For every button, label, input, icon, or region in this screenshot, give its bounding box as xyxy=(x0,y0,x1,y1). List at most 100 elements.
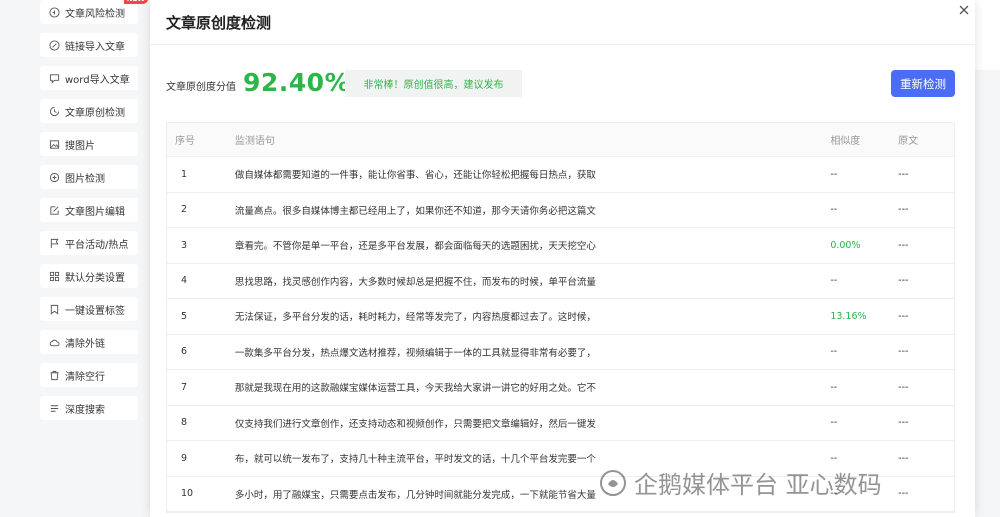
row-similarity: -- xyxy=(830,346,838,358)
score-label: 文章原创度分值 xyxy=(166,82,236,93)
sidebar-item-label: 文章图片编辑 xyxy=(65,206,125,218)
row-similarity: -- xyxy=(830,204,838,216)
row-sentence: 布，就可以统一发布了，支持几十种主流平台，平时发文的话，十几个平台发完要一个 xyxy=(234,454,596,466)
table-row: 2 流量高点。很多自媒体博主都已经用上了，如果你还不知道，那今天请你务必把这篇文 -… xyxy=(167,193,954,228)
row-source[interactable]: --- xyxy=(898,453,954,464)
sidebar-item-label: 图片检测 xyxy=(65,173,105,185)
link-icon xyxy=(48,39,60,51)
close-icon[interactable] xyxy=(958,1,970,15)
row-source[interactable]: --- xyxy=(898,417,954,428)
table-header: 序号 监测语句 相似度 原文 xyxy=(167,123,954,157)
row-sentence: 那就是我现在用的这款融媒宝媒体运营工具，今天我给大家讲一讲它的好用之处。它不 xyxy=(234,383,596,395)
bookmark-icon xyxy=(48,303,60,315)
list-icon xyxy=(48,402,60,414)
new-badge: NEW xyxy=(123,0,148,4)
table-row: 1 做自媒体都需要知道的一件事，能让你省事、省心，还能让你轻松把握每日热点，获取 -… xyxy=(167,157,954,193)
sidebar-item-label: 搜图片 xyxy=(65,140,95,152)
row-number: 8 xyxy=(181,417,188,429)
sidebar-item[interactable]: 清除空行 xyxy=(40,363,138,387)
sidebar-item-label: 深度搜索 xyxy=(65,404,105,416)
shield-check-icon xyxy=(48,6,60,18)
edit-icon xyxy=(48,204,60,216)
sidebar-item[interactable]: 文章原创检测 xyxy=(40,99,138,123)
sidebar-item[interactable]: 清除外链 xyxy=(40,330,138,354)
sidebar-item[interactable]: 搜图片 xyxy=(40,132,138,156)
row-number: 7 xyxy=(181,381,188,393)
row-source[interactable]: --- xyxy=(898,346,954,357)
row-sentence: 一款集多平台分发，热点爆文选材推荐，视频编辑于一体的工具就显得非常有必要了， xyxy=(234,347,596,359)
sidebar-item[interactable]: 文章风险检测 NEW xyxy=(40,0,148,24)
header-source: 原文 xyxy=(898,136,919,147)
table-row: 3 章看完。不管你是单一平台，还是多平台发展，都会面临每天的选题困扰，天天挖空心 0… xyxy=(167,228,954,264)
score-message: 非常棒！原创值很高，建议发布 xyxy=(345,70,522,97)
row-number: 5 xyxy=(181,310,188,322)
table-row: 5 无法保证，多平台分发的话，耗时耗力，经常等发完了，内容热度都过去了。这时候， 1… xyxy=(167,299,954,335)
sidebar-item[interactable]: word导入文章 xyxy=(40,66,138,90)
sidebar-item[interactable]: 默认分类设置 xyxy=(40,264,138,288)
row-sentence: 流量高点。很多自媒体博主都已经用上了，如果你还不知道，那今天请你务必把这篇文 xyxy=(234,205,596,217)
row-source[interactable]: --- xyxy=(898,240,954,251)
sidebar-item[interactable]: 图片检测 xyxy=(40,165,138,189)
sidebar-item[interactable]: 链接导入文章 xyxy=(40,33,138,57)
row-number: 3 xyxy=(181,239,188,251)
row-similarity: -- xyxy=(830,488,838,500)
table-row: 10 多小时，用了融媒宝，只需要点击发布，几分钟时间就能分发完成，一下就能节省大量… xyxy=(167,477,954,512)
row-source[interactable]: --- xyxy=(898,488,954,499)
row-sentence: 无法保证，多平台分发的话，耗时耗力，经常等发完了，内容热度都过去了。这时候， xyxy=(234,312,596,324)
row-source[interactable]: --- xyxy=(898,311,954,322)
cloud-icon xyxy=(48,336,60,348)
row-similarity: -- xyxy=(830,275,838,287)
table-row: 4 思找思路，找灵感创作内容，大多数时候却总是把握不住，而发布的时候，单平台流量 -… xyxy=(167,264,954,299)
grid-icon xyxy=(48,270,60,282)
row-number: 4 xyxy=(181,275,188,287)
image-icon xyxy=(48,138,60,150)
row-source[interactable]: --- xyxy=(898,382,954,393)
row-number: 6 xyxy=(181,346,188,358)
row-similarity: 0.00% xyxy=(830,239,861,251)
table-row: 9 布，就可以统一发布了，支持几十种主流平台，平时发文的话，十几个平台发完要一个 -… xyxy=(167,441,954,477)
page-background-strip xyxy=(975,0,1000,70)
row-similarity: -- xyxy=(830,168,838,180)
row-source[interactable]: --- xyxy=(898,204,954,215)
table-row: 6 一款集多平台分发，热点爆文选材推荐，视频编辑于一体的工具就显得非常有必要了， -… xyxy=(167,335,954,370)
modal-title: 文章原创度检测 xyxy=(166,14,272,32)
row-number: 10 xyxy=(181,488,194,500)
sidebar-item-label: 链接导入文章 xyxy=(65,41,125,53)
row-similarity: -- xyxy=(830,381,838,393)
sidebar-item[interactable]: 平台活动/热点 xyxy=(40,231,138,255)
sidebar-item-label: 默认分类设置 xyxy=(65,272,125,284)
sidebar-item[interactable]: 深度搜索 xyxy=(40,396,138,420)
row-number: 1 xyxy=(181,168,188,180)
table-row: 8 仅支持我们进行文章创作，还支持动态和视频创作，只需要把文章编辑好，然后一键发 -… xyxy=(167,406,954,441)
header-similarity: 相似度 xyxy=(830,136,861,147)
sidebar-item-label: 文章风险检测 xyxy=(65,8,125,20)
recheck-button[interactable]: 重新检测 xyxy=(891,70,955,97)
originality-check-modal: 文章原创度检测 文章原创度分值 92.40% 非常棒！原创值很高，建议发布 重新… xyxy=(150,0,975,517)
refresh-clock-icon xyxy=(48,105,60,117)
flag-icon xyxy=(48,237,60,249)
header-text: 监测语句 xyxy=(234,136,275,147)
chat-bubble-icon xyxy=(48,72,60,84)
row-similarity: -- xyxy=(830,452,838,464)
modal-divider xyxy=(150,44,975,45)
table-row: 7 那就是我现在用的这款融媒宝媒体运营工具，今天我给大家讲一讲它的好用之处。它不 -… xyxy=(167,370,954,406)
row-number: 9 xyxy=(181,452,188,464)
sidebar-item[interactable]: 文章图片编辑 xyxy=(40,198,138,222)
row-sentence: 章看完。不管你是单一平台，还是多平台发展，都会面临每天的选题困扰，天天挖空心 xyxy=(234,241,596,253)
sidebar-item-label: 一键设置标签 xyxy=(65,305,125,317)
sidebar-item-label: 清除外链 xyxy=(65,338,105,350)
row-sentence: 思找思路，找灵感创作内容，大多数时候却总是把握不住，而发布的时候，单平台流量 xyxy=(234,276,596,288)
row-source[interactable]: --- xyxy=(898,275,954,286)
row-source[interactable]: --- xyxy=(898,169,954,180)
row-similarity: 13.16% xyxy=(830,310,867,322)
score-value: 92.40% xyxy=(243,68,351,97)
row-sentence: 仅支持我们进行文章创作，还支持动态和视频创作，只需要把文章编辑好，然后一键发 xyxy=(234,418,596,430)
row-similarity: -- xyxy=(830,417,838,429)
sidebar-item[interactable]: 一键设置标签 xyxy=(40,297,138,321)
row-number: 2 xyxy=(181,204,188,216)
sidebar-item-label: 清除空行 xyxy=(65,371,105,383)
header-no: 序号 xyxy=(175,136,195,147)
sidebar-item-label: word导入文章 xyxy=(65,74,130,86)
table-body: 1 做自媒体都需要知道的一件事，能让你省事、省心，还能让你轻松把握每日热点，获取 -… xyxy=(167,157,954,512)
detection-table: 序号 监测语句 相似度 原文 1 做自媒体都需要知道的一件事，能让你省事、省心，还… xyxy=(166,122,955,513)
